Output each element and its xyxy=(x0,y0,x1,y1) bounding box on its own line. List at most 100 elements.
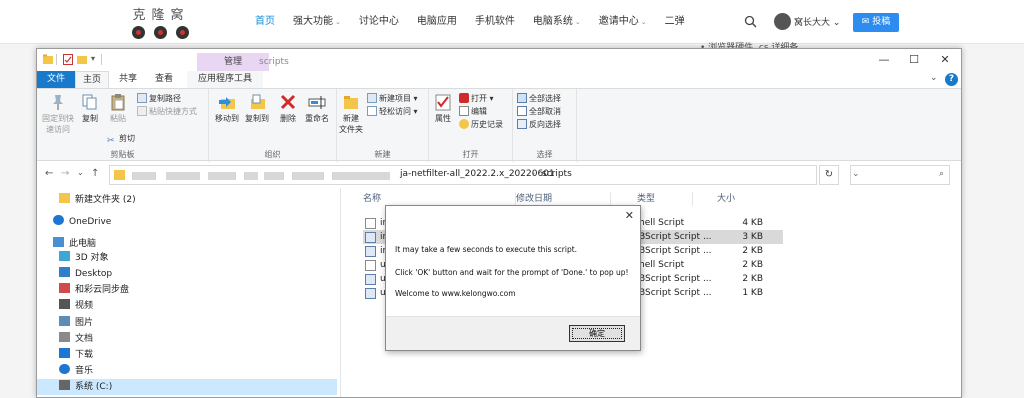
delete-button[interactable]: 删除 xyxy=(277,93,299,124)
site-nav-item[interactable]: 邀请中心 ⌄ xyxy=(590,0,656,44)
quick-access-dropdown-icon[interactable]: ▾ xyxy=(91,54,95,63)
folder-search-input[interactable]: ⌕ xyxy=(850,165,950,185)
breadcrumb-scripts[interactable]: scripts xyxy=(542,169,572,179)
logo-ball-icon xyxy=(154,26,167,39)
file-size: 3 KB xyxy=(742,232,763,242)
maximize-button[interactable]: ☐ xyxy=(899,51,929,69)
easy-access-button[interactable]: 轻松访问 ▾ xyxy=(367,106,418,118)
site-nav-item[interactable]: 强大功能 ⌄ xyxy=(284,0,350,44)
select-none-button[interactable]: 全部取消 xyxy=(517,106,561,118)
history-button[interactable]: 历史记录 xyxy=(459,119,503,131)
new-folder-icon[interactable] xyxy=(77,54,87,65)
app-icon xyxy=(59,283,70,293)
site-nav-item[interactable]: 电脑应用 xyxy=(408,0,466,44)
tab-app-tools[interactable]: 应用程序工具 xyxy=(187,71,263,88)
ribbon-expand-icon[interactable]: ⌄ xyxy=(930,73,938,83)
file-type: BScript Script ... xyxy=(639,288,712,298)
chevron-down-icon: ⌄ xyxy=(574,18,581,26)
address-bar[interactable]: ja-netfilter-all_2022.2.x_20220601 › scr… xyxy=(109,165,860,185)
nav-pane-item[interactable]: 音乐 xyxy=(59,363,93,379)
minimize-button[interactable]: — xyxy=(869,51,899,69)
breadcrumb-separator-icon[interactable]: › xyxy=(532,169,535,178)
open-button[interactable]: 打开 ▾ xyxy=(459,93,494,105)
title-bar[interactable]: ▾ 管理 scripts — ☐ ✕ xyxy=(37,49,961,71)
column-header-size[interactable]: 大小 xyxy=(693,192,753,206)
copy-button[interactable]: 复制 xyxy=(79,93,101,124)
help-icon[interactable]: ? xyxy=(945,73,958,86)
select-none-label: 全部取消 xyxy=(529,107,561,116)
move-to-button[interactable]: 移动到 xyxy=(213,93,241,124)
paste-button[interactable]: 粘贴 xyxy=(105,93,131,124)
dialog-close-button[interactable]: ✕ xyxy=(625,209,634,222)
nav-pane-item[interactable]: 3D 对象 xyxy=(59,250,109,266)
tab-file[interactable]: 文件 xyxy=(37,71,75,88)
tab-share[interactable]: 共享 xyxy=(111,71,145,88)
forward-button[interactable]: → xyxy=(61,168,69,179)
rename-button[interactable]: 重命名 xyxy=(301,93,333,124)
column-header-date[interactable]: 修改日期 xyxy=(516,192,611,206)
site-nav-item[interactable]: 二弹 xyxy=(656,0,694,44)
column-header-name[interactable]: 名称 xyxy=(341,192,516,206)
pin-quick-access-button[interactable]: 固定到快 速访问 xyxy=(39,93,77,135)
site-nav-item[interactable]: 首页 xyxy=(246,0,284,44)
dialog-message-line-3: Welcome to www.kelongwo.com xyxy=(395,289,516,298)
picture-icon xyxy=(59,316,70,326)
edit-button[interactable]: 编辑 xyxy=(459,106,487,118)
vbscript-file-icon xyxy=(365,288,376,299)
site-nav-item[interactable]: 手机软件 xyxy=(466,0,524,44)
delete-x-icon xyxy=(280,94,296,110)
new-item-button[interactable]: 新建项目 ▾ xyxy=(367,93,418,105)
ok-button[interactable]: 确定 xyxy=(569,325,625,342)
shell-script-file-icon xyxy=(365,260,376,271)
tab-home[interactable]: 主页 xyxy=(75,71,109,88)
site-nav-item[interactable]: 讨论中心 xyxy=(350,0,408,44)
copy-to-button[interactable]: 复制到 xyxy=(243,93,271,124)
column-header-type[interactable]: 类型 xyxy=(611,192,693,206)
tab-view[interactable]: 查看 xyxy=(147,71,181,88)
search-icon[interactable] xyxy=(744,15,757,28)
recent-locations-button[interactable]: ⌄ xyxy=(77,168,84,177)
site-logo[interactable]: 克隆窝 xyxy=(130,4,192,40)
new-folder-button[interactable]: 新建 文件夹 xyxy=(339,93,363,135)
nav-pane-item[interactable]: 下载 xyxy=(59,347,93,363)
nav-pane-item[interactable]: 视频 xyxy=(59,298,93,314)
history-label: 历史记录 xyxy=(471,120,503,129)
copy-path-button[interactable]: 复制路径 xyxy=(137,93,181,105)
site-nav-item[interactable]: 电脑系统 ⌄ xyxy=(524,0,590,44)
nav-pane-item[interactable]: 和彩云同步盘 xyxy=(59,282,129,298)
copy-path-icon xyxy=(137,93,147,103)
nav-pane-label: 图片 xyxy=(75,318,94,328)
paste-shortcut-label: 粘贴快捷方式 xyxy=(149,107,197,116)
nav-pane-item[interactable]: Desktop xyxy=(59,266,112,282)
user-avatar[interactable] xyxy=(774,13,791,30)
paste-shortcut-button[interactable]: 粘贴快捷方式 xyxy=(137,106,197,118)
properties-button[interactable]: 属性 xyxy=(431,93,455,124)
dialog-message-line-2: Click 'OK' button and wait for the promp… xyxy=(395,268,629,277)
select-all-label: 全部选择 xyxy=(529,94,561,103)
user-name-menu[interactable]: 窝长大大 ⌄ xyxy=(794,15,840,28)
refresh-button[interactable]: ↻ xyxy=(819,165,839,185)
invert-selection-button[interactable]: 反向选择 xyxy=(517,119,561,131)
blurred-path-segment xyxy=(244,172,258,180)
site-nav-label: 强大功能 xyxy=(293,16,333,27)
logo-text: 克隆窝 xyxy=(132,8,190,23)
properties-check-icon[interactable] xyxy=(63,54,73,65)
paste-label: 粘贴 xyxy=(110,114,126,123)
back-button[interactable]: ← xyxy=(45,168,53,179)
cut-button[interactable]: ✂ 剪切 xyxy=(107,133,135,146)
script-message-dialog: ✕ It may take a few seconds to execute t… xyxy=(385,205,641,351)
nav-pane-item[interactable]: 新建文件夹 (2) xyxy=(59,192,136,208)
post-button[interactable]: ✉ 投稿 xyxy=(853,13,899,32)
nav-pane-label: 3D 对象 xyxy=(75,253,109,263)
new-folder-label: 新建 文件夹 xyxy=(339,114,363,134)
delete-label: 删除 xyxy=(280,114,296,123)
select-all-button[interactable]: 全部选择 xyxy=(517,93,561,105)
site-nav-label: 电脑系统 xyxy=(532,16,573,27)
nav-pane-item[interactable]: 图片 xyxy=(59,315,93,331)
nav-pane-item[interactable]: 系统 (C:) xyxy=(37,379,337,395)
nav-pane-item[interactable]: 文档 xyxy=(59,331,93,347)
up-button[interactable]: ↑ xyxy=(91,168,99,179)
site-nav-label: 邀请中心 xyxy=(598,16,639,27)
close-window-button[interactable]: ✕ xyxy=(930,51,960,69)
nav-pane-item[interactable]: OneDrive xyxy=(53,214,111,230)
